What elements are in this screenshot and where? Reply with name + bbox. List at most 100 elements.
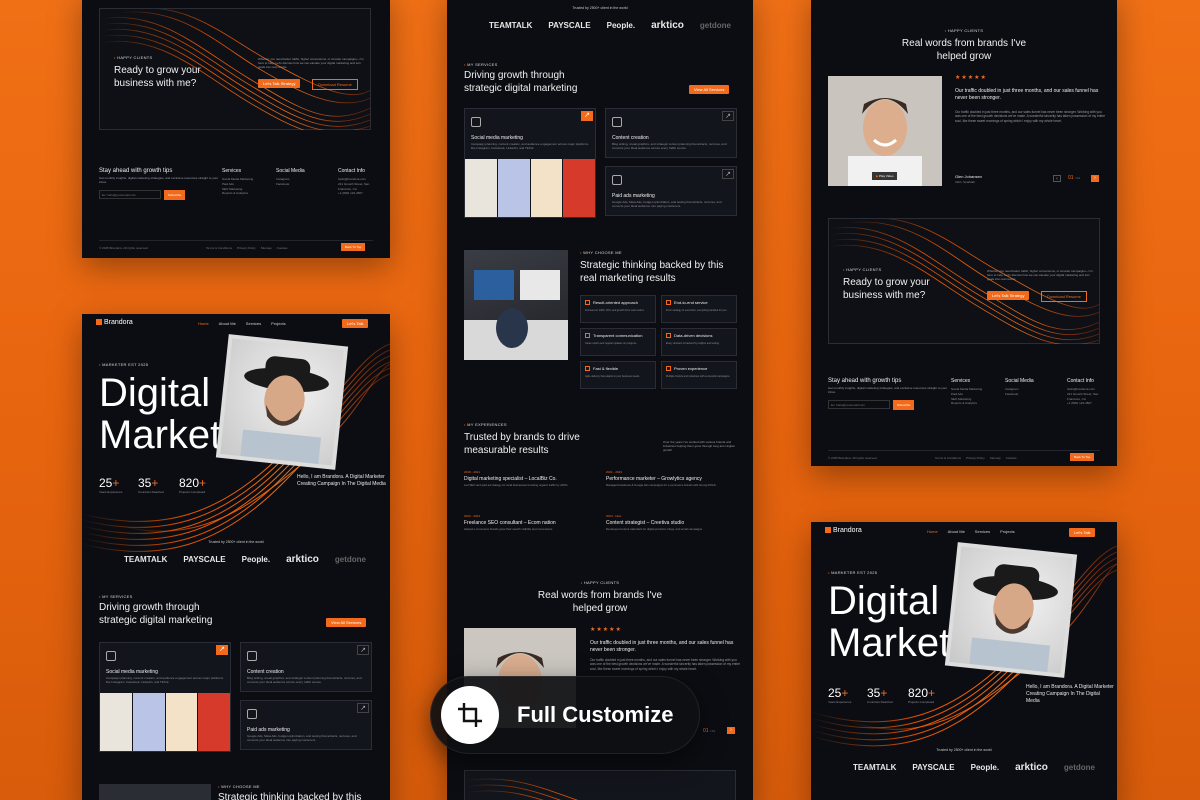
- hero-portrait: [220, 338, 344, 466]
- cta-strategy-button[interactable]: Let's Talk Strategy: [258, 79, 301, 88]
- footer-link[interactable]: Terms & Conditions: [935, 456, 961, 460]
- footer-link[interactable]: Cookies: [277, 246, 288, 250]
- footer-social-item[interactable]: Facebook: [1005, 392, 1034, 397]
- subscribe-button[interactable]: Subscribe: [893, 400, 915, 411]
- nav-about[interactable]: About Me: [219, 321, 236, 326]
- arrow-icon[interactable]: ↗: [722, 111, 734, 121]
- why-item: Fast & flexible Agile delivery that adapt…: [580, 361, 656, 389]
- footer-service-item[interactable]: Reports & Analytics: [951, 401, 982, 406]
- footer-link[interactable]: Privacy Policy: [966, 456, 985, 460]
- subscribe-button[interactable]: Subscribe: [164, 190, 186, 201]
- service-card-content[interactable]: ↗ Content creation Blog writing, visual …: [605, 108, 737, 158]
- hero-portrait: [949, 546, 1073, 674]
- nav-home[interactable]: Home: [198, 321, 209, 326]
- footer-link[interactable]: Privacy Policy: [237, 246, 256, 250]
- newsletter-body: Get monthly insights, digital marketing …: [828, 386, 948, 395]
- service-card-paid[interactable]: ↗ Paid ads marketing Google Ads, Meta Ad…: [240, 700, 372, 750]
- arrow-icon[interactable]: ↗: [216, 645, 228, 655]
- nav-services[interactable]: Services: [975, 529, 990, 534]
- arrow-icon[interactable]: ↗: [357, 703, 369, 713]
- service-title: Social media marketing: [471, 135, 523, 141]
- testimonial-photo: ▶ Play Video: [828, 76, 942, 186]
- footer-contact-col: Contact Info hello@brandora.com 221 Grow…: [338, 168, 382, 196]
- arrow-icon[interactable]: ↗: [722, 169, 734, 179]
- logo-payscale: PAYSCALE: [183, 555, 226, 564]
- service-desc: Google Ads, Meta Ads, budget optimizatio…: [247, 734, 357, 743]
- lets-talk-button[interactable]: Let's Talk: [342, 319, 369, 328]
- stat-countries: 35+ Countries Reached: [138, 476, 164, 494]
- testimonials-headline: Real words from brands I've helped grow: [901, 38, 1027, 62]
- play-video-button[interactable]: ▶ Play Video: [872, 172, 898, 180]
- footer-link[interactable]: Cookies: [1006, 456, 1017, 460]
- why-photo: [99, 784, 211, 800]
- prev-arrow-icon[interactable]: ‹: [1053, 175, 1061, 182]
- cta-box: Happy Clients Ready to grow your busines…: [99, 8, 371, 131]
- nav-projects[interactable]: Projects: [1000, 529, 1014, 534]
- nav-home[interactable]: Home: [927, 529, 938, 534]
- logo-payscale: PAYSCALE: [548, 21, 591, 30]
- orange-wave-graphic: [465, 778, 578, 800]
- testimonials-eyebrow: Happy clients: [447, 580, 753, 585]
- footer-social-title: Social Media: [1005, 378, 1034, 384]
- trusted-label: Trusted by 2500+ client in the world: [572, 6, 628, 10]
- stat-projects: 820+ Projects Completed: [179, 476, 207, 494]
- logo-arktico: arktico: [1015, 762, 1048, 773]
- footer-social-item[interactable]: Facebook: [276, 182, 305, 187]
- cta-resume-button[interactable]: Download Resume: [312, 79, 358, 90]
- next-arrow-icon[interactable]: ›: [727, 727, 735, 734]
- cta-box-bottom: [464, 770, 736, 800]
- why-item: End-to-end service From strategy to execu…: [661, 295, 737, 323]
- why-headline: Strategic thinking backed by this real m…: [218, 792, 362, 800]
- services-headline: Driving growth through strategic digital…: [99, 602, 213, 626]
- why-item: Data-driven decisions Every decision is b…: [661, 328, 737, 356]
- footer-contact-item: +1 (800) 123-4567: [1067, 401, 1092, 406]
- service-desc: Google Ads, Meta Ads, budget optimizatio…: [612, 200, 722, 209]
- lets-talk-button[interactable]: Let's Talk: [1069, 528, 1096, 537]
- hero-intro: Hello, I am Brandora. A Digital Marketer…: [1026, 684, 1114, 704]
- service-card-paid[interactable]: ↗ Paid ads marketing Google Ads, Meta Ad…: [605, 166, 737, 216]
- stat-experience: 25+ Years Experience: [99, 476, 123, 494]
- service-card-social[interactable]: ↗ Social media marketing Campaign planni…: [99, 642, 231, 752]
- logo-getdone: getdone: [1063, 763, 1095, 772]
- footer-link[interactable]: Terms & Conditions: [206, 246, 232, 250]
- stat-experience: 25+ Years Experience: [828, 686, 852, 704]
- footer-service-item[interactable]: Reports & Analytics: [222, 191, 253, 196]
- back-to-top-button[interactable]: Back To Top: [1070, 453, 1095, 461]
- panel-hero-right: Brandora Home About Me Services Projects…: [811, 522, 1117, 800]
- experience-intro: Over the years I've worked with various …: [663, 440, 735, 453]
- crop-icon: [441, 686, 499, 744]
- back-to-top-button[interactable]: Back To Top: [341, 243, 366, 251]
- services-headline: Driving growth through strategic digital…: [464, 70, 578, 94]
- next-arrow-icon[interactable]: ›: [1091, 175, 1099, 182]
- rating-stars: ★★★★★: [955, 75, 987, 81]
- arrow-icon[interactable]: ↗: [357, 645, 369, 655]
- full-customize-badge: Full Customize: [430, 676, 700, 754]
- ads-icon: [612, 175, 622, 185]
- brand-logo[interactable]: Brandora: [96, 319, 133, 326]
- nav-services[interactable]: Services: [246, 321, 261, 326]
- trusted-label: Trusted by 2500+ client in the world: [208, 540, 264, 544]
- newsletter-email-input[interactable]: Ex: hello@youremail.com: [828, 400, 890, 410]
- footer-link[interactable]: Sitemap: [990, 456, 1001, 460]
- footer-services-col: Services Social Media Marketing Paid Ads…: [951, 378, 982, 406]
- nav-projects[interactable]: Projects: [271, 321, 285, 326]
- cta-strategy-button[interactable]: Let's Talk Strategy: [987, 291, 1030, 300]
- view-all-services-button[interactable]: View All Services: [689, 85, 730, 94]
- brand-logo[interactable]: Brandora: [825, 527, 862, 534]
- view-all-services-button[interactable]: View All Services: [326, 618, 367, 627]
- full-customize-label: Full Customize: [517, 702, 674, 727]
- stat-projects: 820+ Projects Completed: [908, 686, 936, 704]
- hero-portrait-card: [944, 542, 1078, 678]
- arrow-icon[interactable]: ↗: [581, 111, 593, 121]
- service-card-social[interactable]: ↗ Social media marketing Campaign planni…: [464, 108, 596, 218]
- logo-arktico: arktico: [286, 554, 319, 565]
- footer-contact-item: 221 Growth Street, San Francisco, CA: [1067, 391, 1099, 401]
- service-card-content[interactable]: ↗ Content creation Blog writing, visual …: [240, 642, 372, 692]
- why-item: Transparent communication Clear reports a…: [580, 328, 656, 356]
- nav-about[interactable]: About Me: [948, 529, 965, 534]
- footer-link[interactable]: Sitemap: [261, 246, 272, 250]
- footer-services-col: Services Social Media Marketing Paid Ads…: [222, 168, 253, 196]
- newsletter-body: Get monthly insights, digital marketing …: [99, 176, 219, 185]
- newsletter-email-input[interactable]: Ex: hello@youremail.com: [99, 190, 161, 200]
- cta-resume-button[interactable]: Download Resume: [1041, 291, 1087, 302]
